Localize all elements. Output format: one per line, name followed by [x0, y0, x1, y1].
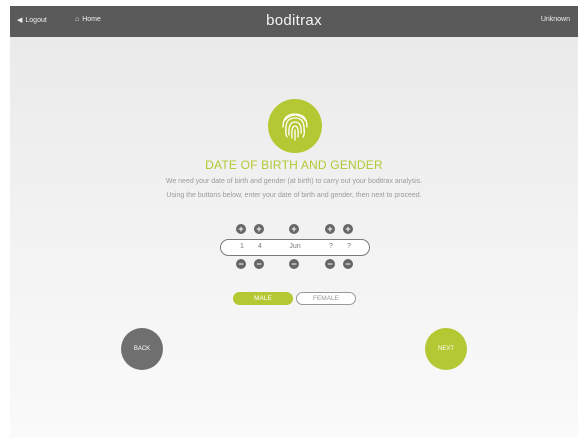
- year-tens-value: ?: [329, 243, 333, 250]
- day-units-value: 4: [258, 243, 262, 250]
- minus-icon: −: [238, 259, 244, 269]
- day-tens-minus-button[interactable]: −: [236, 259, 246, 269]
- brand-logo: boditrax: [266, 12, 322, 29]
- minus-icon: −: [345, 259, 351, 269]
- day-tens-plus-button[interactable]: +: [236, 224, 246, 234]
- back-button[interactable]: BACK: [121, 328, 163, 370]
- male-button[interactable]: MALE: [233, 292, 293, 305]
- minus-icon: −: [256, 259, 262, 269]
- minus-icon: −: [291, 259, 297, 269]
- month-plus-button[interactable]: +: [289, 224, 299, 234]
- top-bar: ◀ Logout ⌂ Home boditrax Unknown: [10, 6, 578, 37]
- plus-icon: +: [327, 224, 333, 234]
- plus-icon: +: [238, 224, 244, 234]
- day-tens-value: 1: [240, 243, 244, 250]
- description-line-1: We need your date of birth and gender (a…: [165, 178, 423, 185]
- page-title: DATE OF BIRTH AND GENDER: [205, 158, 383, 172]
- female-button[interactable]: FEMALE: [296, 292, 356, 305]
- year-tens-plus-button[interactable]: +: [325, 224, 335, 234]
- day-units-minus-button[interactable]: −: [254, 259, 264, 269]
- plus-icon: +: [345, 224, 351, 234]
- month-minus-button[interactable]: −: [289, 259, 299, 269]
- year-units-minus-button[interactable]: −: [343, 259, 353, 269]
- date-of-birth-field: 1 4 Jun ? ?: [220, 239, 370, 256]
- plus-icon: +: [256, 224, 262, 234]
- plus-icon: +: [291, 224, 297, 234]
- description-line-2: Using the buttons below, enter your date…: [166, 192, 422, 199]
- next-button[interactable]: NEXT: [425, 328, 467, 370]
- app-screen: ◀ Logout ⌂ Home boditrax Unknown DATE OF B…: [10, 6, 578, 438]
- minus-icon: −: [327, 259, 333, 269]
- day-units-plus-button[interactable]: +: [254, 224, 264, 234]
- fingerprint-badge: [268, 99, 322, 153]
- year-units-plus-button[interactable]: +: [343, 224, 353, 234]
- month-value: Jun: [289, 243, 301, 250]
- year-tens-minus-button[interactable]: −: [325, 259, 335, 269]
- user-label[interactable]: Unknown: [541, 16, 570, 23]
- year-units-value: ?: [347, 243, 351, 250]
- fingerprint-icon: [282, 113, 308, 141]
